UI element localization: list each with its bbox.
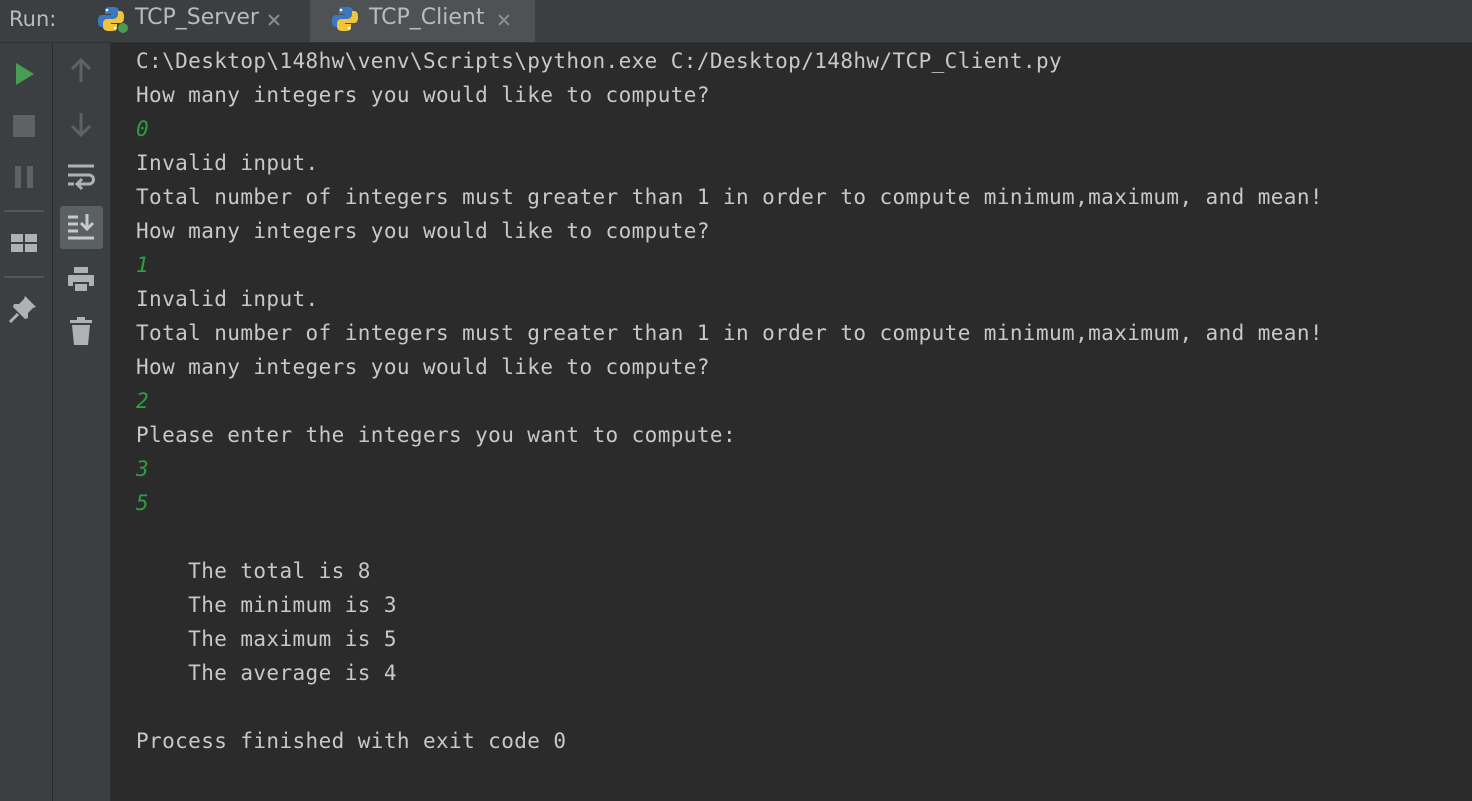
console-line: Total number of integers must greater th…: [136, 185, 1323, 209]
tab-tcp-client[interactable]: TCP_Client: [310, 0, 535, 42]
close-icon[interactable]: [266, 12, 282, 28]
tab-tcp-server[interactable]: TCP_Server: [76, 0, 310, 42]
close-icon[interactable]: [496, 12, 512, 28]
console-line: How many integers you would like to comp…: [136, 355, 710, 379]
tab-label: TCP_Server: [135, 5, 259, 30]
scroll-to-end-icon[interactable]: [65, 211, 97, 243]
soft-wrap-icon[interactable]: [65, 160, 97, 192]
console-user-input: 1: [136, 253, 150, 277]
run-toolbar-secondary: [53, 43, 110, 801]
console-line: How many integers you would like to comp…: [136, 219, 710, 243]
console-user-input: 2: [136, 389, 150, 413]
console-line: Invalid input.: [136, 287, 319, 311]
console-user-input: 5: [136, 491, 150, 515]
console-user-input: 0: [136, 117, 150, 141]
run-tool-window-header: Run: TCP_Server TCP_Client: [0, 0, 1472, 42]
console-line: C:\Desktop\148hw\venv\Scripts\python.exe…: [136, 49, 1063, 73]
console-line: The total is 8: [136, 559, 371, 583]
toolbar-separator: [4, 276, 44, 278]
console-line: Please enter the integers you want to co…: [136, 423, 736, 447]
header-divider: [0, 42, 1472, 43]
run-toolbar-primary: [0, 43, 52, 801]
run-label: Run:: [9, 7, 57, 31]
console-edge: [110, 43, 111, 801]
tab-label: TCP_Client: [369, 5, 485, 30]
console-line: Total number of integers must greater th…: [136, 321, 1323, 345]
console-line: Invalid input.: [136, 151, 319, 175]
layout-icon[interactable]: [8, 227, 40, 259]
toolbar-separator: [4, 210, 44, 212]
pin-icon[interactable]: [7, 293, 39, 325]
console-line: How many integers you would like to comp…: [136, 83, 710, 107]
python-file-icon: [330, 4, 360, 34]
up-arrow-icon[interactable]: [65, 55, 97, 87]
stop-icon[interactable]: [8, 110, 40, 142]
running-indicator-icon: [118, 23, 128, 33]
process-exit-message: Process finished with exit code 0: [136, 729, 567, 753]
pause-icon[interactable]: [8, 161, 40, 193]
rerun-play-icon[interactable]: [8, 58, 40, 90]
console-line: The maximum is 5: [136, 627, 397, 651]
console-line: The minimum is 3: [136, 593, 397, 617]
console-line: The average is 4: [136, 661, 397, 685]
print-icon[interactable]: [65, 264, 97, 296]
down-arrow-icon[interactable]: [65, 108, 97, 140]
console-user-input: 3: [136, 457, 150, 481]
trash-icon[interactable]: [65, 315, 97, 347]
